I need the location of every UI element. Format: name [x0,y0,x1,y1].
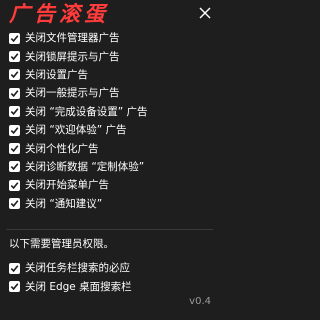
option-label: 关闭一般提示与广告 [25,87,120,100]
option-start-menu-ads[interactable]: 关闭开始菜单广告 [9,176,148,194]
option-lockscreen-ads[interactable]: 关闭锁屏提示与广告 [9,47,148,65]
checkbox[interactable] [9,198,20,210]
checkmark-icon [10,53,19,61]
checkbox[interactable] [9,32,20,44]
checkbox[interactable] [9,51,20,63]
option-general-tips-ads[interactable]: 关闭一般提示与广告 [9,84,148,102]
checkbox[interactable] [9,143,20,155]
checkbox[interactable] [9,69,20,81]
checkmark-icon [10,200,19,208]
option-label: 关闭设置广告 [25,68,88,81]
option-label: 关闭锁屏提示与广告 [25,50,120,63]
option-label: 关闭文件管理器广告 [25,32,120,45]
checkmark-icon [10,283,19,291]
option-settings-ads[interactable]: 关闭设置广告 [9,66,148,84]
app-window: 广告滚蛋 关闭文件管理器广告 关闭锁屏提示与广告 关闭设置广告 关闭一般提示与广… [0,0,219,320]
checkbox[interactable] [9,161,20,173]
checkbox[interactable] [9,179,20,191]
checkmark-icon [10,163,19,171]
app-title: 广告滚蛋 [9,1,109,26]
option-label: 关闭诊断数据 “定制体验” [25,160,145,173]
checkmark-icon [10,145,19,153]
option-label: 关闭 Edge 桌面搜索栏 [25,280,132,293]
option-label: 关闭开始菜单广告 [25,179,109,192]
option-label: 关闭 “完成设备设置” 广告 [25,105,148,118]
checkmark-icon [10,90,19,97]
option-personalized-ads[interactable]: 关闭个性化广告 [9,139,148,157]
option-taskbar-search-bing[interactable]: 关闭任务栏搜索的必应 [9,259,132,277]
ad-options-list: 关闭文件管理器广告 关闭锁屏提示与广告 关闭设置广告 关闭一般提示与广告 关闭 … [9,29,148,213]
checkbox[interactable] [9,106,20,118]
checkmark-icon [10,34,19,42]
close-icon [199,7,211,19]
checkmark-icon [10,182,19,189]
checkmark-icon [10,264,19,272]
option-notification-suggestions[interactable]: 关闭 “通知建议” [9,195,148,213]
checkmark-icon [10,126,19,134]
option-file-manager-ads[interactable]: 关闭文件管理器广告 [9,29,148,47]
section-divider [6,229,213,230]
checkbox[interactable] [9,124,20,136]
option-diagnostic-tailored-experience[interactable]: 关闭诊断数据 “定制体验” [9,158,148,176]
checkbox[interactable] [9,262,20,274]
option-label: 关闭 “通知建议” [25,197,103,210]
option-label: 关闭 “欢迎体验” 广告 [25,124,127,137]
option-edge-desktop-search-bar[interactable]: 关闭 Edge 桌面搜索栏 [9,277,132,295]
checkmark-icon [10,71,19,79]
close-button[interactable] [198,6,212,20]
checkbox[interactable] [9,281,20,293]
checkmark-icon [10,108,19,116]
option-label: 关闭任务栏搜索的必应 [25,262,130,275]
version-label: v0.4 [189,296,211,307]
admin-required-note: 以下需要管理员权限。 [9,238,114,250]
option-welcome-experience-ads[interactable]: 关闭 “欢迎体验” 广告 [9,121,148,139]
option-finish-setup-ads[interactable]: 关闭 “完成设备设置” 广告 [9,103,148,121]
option-label: 关闭个性化广告 [25,142,99,155]
checkbox[interactable] [9,87,20,99]
admin-options-list: 关闭任务栏搜索的必应 关闭 Edge 桌面搜索栏 [9,259,132,296]
